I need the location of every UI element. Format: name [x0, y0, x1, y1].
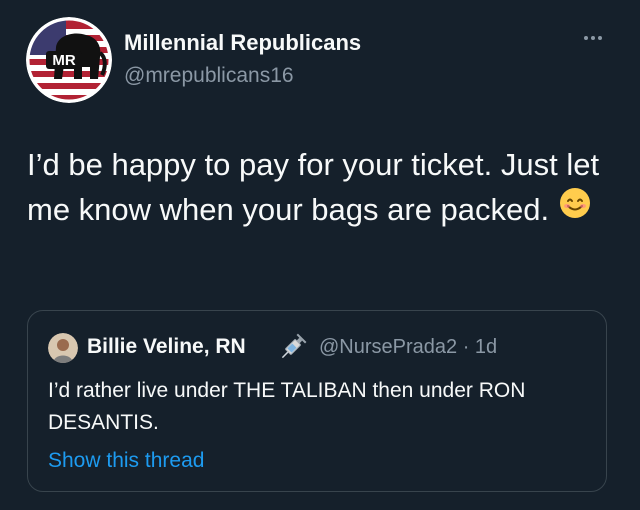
syringe-icon — [278, 333, 308, 366]
quoted-text: I’d rather live under THE TALIBAN then u… — [48, 379, 526, 434]
quoted-handle-time[interactable]: @NursePrada2 · 1d — [319, 336, 497, 359]
tweet-text: I’d be happy to pay for your ticket. Jus… — [27, 147, 600, 227]
tweet-body: I’d be happy to pay for your ticket. Jus… — [27, 142, 617, 232]
author-handle[interactable]: @mrepublicans16 — [124, 64, 294, 88]
logo-lettering: MR — [52, 52, 75, 69]
author-display-name[interactable]: Millennial Republicans — [124, 30, 361, 56]
quoted-display-name[interactable]: Billie Veline, RN — [87, 335, 246, 359]
more-options-icon[interactable] — [584, 33, 608, 43]
show-thread-link[interactable]: Show this thread — [48, 449, 204, 473]
mr-logo-icon: MR — [26, 17, 112, 103]
quoted-tweet[interactable]: Billie Veline, RN @NursePrada2 · 1d I’d … — [27, 310, 607, 492]
smiling-face-icon — [559, 186, 591, 231]
author-avatar[interactable]: MR — [26, 17, 112, 103]
quoted-avatar[interactable] — [48, 333, 78, 363]
